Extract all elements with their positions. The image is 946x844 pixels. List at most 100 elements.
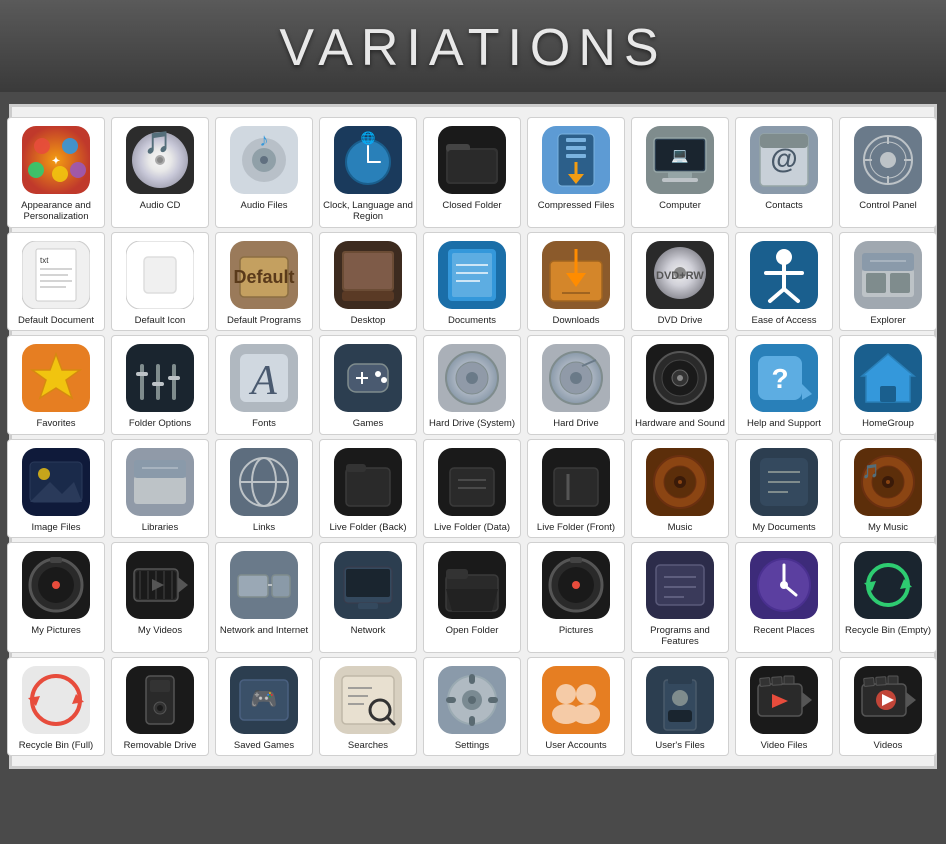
icon-cell-default-doc[interactable]: txtDefault Document: [7, 232, 105, 331]
icon-label-audio-cd: Audio CD: [140, 200, 181, 211]
icon-cell-music[interactable]: Music: [631, 439, 729, 538]
icon-cell-videos[interactable]: Videos: [839, 657, 937, 756]
icon-image-network: [332, 549, 404, 621]
icon-cell-hard-drive-sys[interactable]: Hard Drive (System): [423, 335, 521, 434]
icon-cell-settings[interactable]: Settings: [423, 657, 521, 756]
icon-image-contacts: @: [748, 124, 820, 196]
icon-label-videos: Videos: [874, 740, 903, 751]
icon-label-users-files: User's Files: [655, 740, 704, 751]
icon-cell-control-panel[interactable]: Control Panel: [839, 117, 937, 228]
icon-cell-saved-games[interactable]: 🎮Saved Games: [215, 657, 313, 756]
icon-image-user-accounts: [540, 664, 612, 736]
icon-cell-documents[interactable]: Documents: [423, 232, 521, 331]
icon-cell-links[interactable]: Links: [215, 439, 313, 538]
icon-cell-pictures[interactable]: Pictures: [527, 542, 625, 653]
icon-label-links: Links: [253, 522, 275, 533]
icon-cell-default-programs[interactable]: DefaultDefault Programs: [215, 232, 313, 331]
icon-image-compressed: [540, 124, 612, 196]
icon-cell-audio-cd[interactable]: 🎵 Audio CD: [111, 117, 209, 228]
icon-cell-searches[interactable]: Searches: [319, 657, 417, 756]
icon-cell-contacts[interactable]: @Contacts: [735, 117, 833, 228]
icon-label-recycle-empty: Recycle Bin (Empty): [845, 625, 931, 636]
icon-image-desktop: [332, 239, 404, 311]
icon-label-programs: Programs and Features: [634, 625, 726, 648]
icon-image-videos: [852, 664, 924, 736]
icon-cell-open-folder[interactable]: Open Folder: [423, 542, 521, 653]
icon-label-recycle-full: Recycle Bin (Full): [19, 740, 93, 751]
icon-cell-dvd[interactable]: DVD+RWDVD Drive: [631, 232, 729, 331]
icon-cell-removable[interactable]: Removable Drive: [111, 657, 209, 756]
main-title: VARIATIONS: [0, 18, 946, 78]
icon-cell-live-front[interactable]: Live Folder (Front): [527, 439, 625, 538]
icon-label-network-internet: Network and Internet: [220, 625, 308, 636]
icon-cell-hard-drive[interactable]: Hard Drive: [527, 335, 625, 434]
icon-cell-image-files[interactable]: Image Files: [7, 439, 105, 538]
icon-cell-desktop[interactable]: Desktop: [319, 232, 417, 331]
icon-cell-hw-sound[interactable]: Hardware and Sound: [631, 335, 729, 434]
icon-cell-computer[interactable]: 💻Computer: [631, 117, 729, 228]
icon-cell-favorites[interactable]: Favorites: [7, 335, 105, 434]
icon-cell-help[interactable]: ?Help and Support: [735, 335, 833, 434]
icon-cell-user-accounts[interactable]: User Accounts: [527, 657, 625, 756]
icon-image-help: ?: [748, 342, 820, 414]
icon-label-default-doc: Default Document: [18, 315, 94, 326]
icon-image-hard-drive-sys: [436, 342, 508, 414]
icon-cell-network-internet[interactable]: Network and Internet: [215, 542, 313, 653]
svg-text:💻: 💻: [671, 147, 689, 164]
icon-image-removable: [124, 664, 196, 736]
icon-label-live-front: Live Folder (Front): [537, 522, 615, 533]
svg-text:🎵: 🎵: [862, 463, 879, 479]
icon-image-video-files: [748, 664, 820, 736]
icon-image-audio-cd: 🎵: [124, 124, 196, 196]
icon-cell-default-icon[interactable]: Default Icon: [111, 232, 209, 331]
icon-cell-my-docs[interactable]: My Documents: [735, 439, 833, 538]
icon-cell-live-back[interactable]: Live Folder (Back): [319, 439, 417, 538]
icon-label-downloads: Downloads: [553, 315, 600, 326]
icon-cell-recycle-full[interactable]: Recycle Bin (Full): [7, 657, 105, 756]
icon-cell-video-files[interactable]: Video Files: [735, 657, 833, 756]
svg-text:DVD+RW: DVD+RW: [656, 270, 704, 282]
icon-image-recycle-empty: [852, 549, 924, 621]
icon-cell-downloads[interactable]: Downloads: [527, 232, 625, 331]
svg-text:🎵: 🎵: [144, 130, 171, 155]
icon-cell-users-files[interactable]: User's Files: [631, 657, 729, 756]
icon-cell-libraries[interactable]: Libraries: [111, 439, 209, 538]
icon-cell-folder-opts[interactable]: Folder Options: [111, 335, 209, 434]
icon-label-appearance: Appearance and Personalization: [10, 200, 102, 223]
icon-cell-audio-files[interactable]: ♪Audio Files: [215, 117, 313, 228]
icon-cell-ease-access[interactable]: Ease of Access: [735, 232, 833, 331]
icon-cell-explorer[interactable]: Explorer: [839, 232, 937, 331]
icon-label-games: Games: [353, 418, 384, 429]
icon-cell-my-pictures[interactable]: My Pictures: [7, 542, 105, 653]
icon-cell-closed-folder[interactable]: Closed Folder: [423, 117, 521, 228]
icon-cell-games[interactable]: Games: [319, 335, 417, 434]
icon-image-folder-opts: [124, 342, 196, 414]
icon-label-favorites: Favorites: [36, 418, 75, 429]
icon-label-control-panel: Control Panel: [859, 200, 917, 211]
icon-image-hard-drive: [540, 342, 612, 414]
icon-cell-network[interactable]: Network: [319, 542, 417, 653]
icon-label-closed-folder: Closed Folder: [442, 200, 501, 211]
icon-cell-homegroup[interactable]: HomeGroup: [839, 335, 937, 434]
icon-image-downloads: [540, 239, 612, 311]
icon-label-audio-files: Audio Files: [241, 200, 288, 211]
icon-cell-clock[interactable]: 🌐Clock, Language and Region: [319, 117, 417, 228]
icon-cell-live-data[interactable]: Live Folder (Data): [423, 439, 521, 538]
icon-image-clock: 🌐: [332, 124, 404, 196]
icon-image-live-back: [332, 446, 404, 518]
icon-label-folder-opts: Folder Options: [129, 418, 191, 429]
icon-cell-my-music[interactable]: 🎵My Music: [839, 439, 937, 538]
icon-image-favorites: [20, 342, 92, 414]
icon-cell-fonts[interactable]: AFonts: [215, 335, 313, 434]
icon-image-default-icon: [124, 239, 196, 311]
icon-cell-compressed[interactable]: Compressed Files: [527, 117, 625, 228]
icon-cell-recent[interactable]: Recent Places: [735, 542, 833, 653]
icon-cell-recycle-empty[interactable]: Recycle Bin (Empty): [839, 542, 937, 653]
icon-label-music: Music: [668, 522, 693, 533]
icon-image-settings: [436, 664, 508, 736]
icon-label-default-icon: Default Icon: [135, 315, 186, 326]
icon-cell-appearance[interactable]: ✦Appearance and Personalization: [7, 117, 105, 228]
icon-cell-programs[interactable]: Programs and Features: [631, 542, 729, 653]
icon-cell-my-videos[interactable]: My Videos: [111, 542, 209, 653]
icon-image-network-internet: [228, 549, 300, 621]
